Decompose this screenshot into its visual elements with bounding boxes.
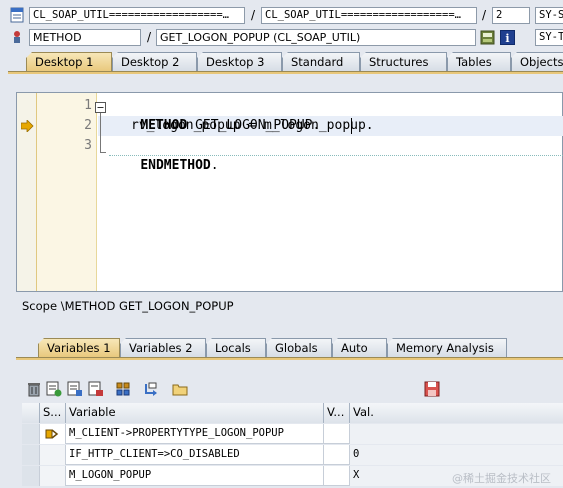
separator: / <box>482 8 487 22</box>
line-number: 3 <box>84 138 92 153</box>
table-row[interactable]: IF_HTTP_CLIENT=>CO_DISABLED 0 <box>22 445 563 465</box>
collapse-icon[interactable] <box>95 102 106 113</box>
variables-tabbar: Variables 1 Variables 2 Locals Globals A… <box>0 338 563 358</box>
tab-locals[interactable]: Locals <box>206 338 266 358</box>
watermark: @稀土掘金技术社区 <box>452 472 551 485</box>
event-type-field[interactable]: METHOD <box>29 29 141 46</box>
value-cell[interactable] <box>350 424 563 444</box>
status-cell <box>40 466 66 486</box>
tab-variables-1[interactable]: Variables 1 <box>38 338 120 358</box>
navigate-icon[interactable] <box>143 381 159 397</box>
scope-label: Scope \METHOD GET_LOGON_POPUP <box>22 299 234 313</box>
code-text: . <box>210 158 219 173</box>
insert-variable-icon[interactable] <box>46 381 62 397</box>
method-name-field[interactable]: GET_LOGON_POPUP (CL_SOAP_UTIL) <box>156 29 476 46</box>
edit-icon[interactable] <box>480 30 495 45</box>
end-of-code-dotted-line <box>109 155 563 156</box>
line-field[interactable]: 2 <box>492 7 530 24</box>
tab-desktop-1[interactable]: Desktop 1 <box>26 52 112 72</box>
folder-icon[interactable] <box>172 381 188 397</box>
v-cell <box>324 445 350 465</box>
code-line-3: ENDMETHOD. <box>109 136 219 196</box>
v-cell <box>324 424 350 444</box>
value-cell[interactable]: 0 <box>350 445 563 465</box>
line-number: 1 <box>84 98 92 113</box>
tab-underline <box>16 357 563 360</box>
keyword: ENDMETHOD <box>140 158 211 173</box>
fold-line-end <box>100 152 106 153</box>
delete-icon[interactable] <box>26 381 42 397</box>
tab-standard[interactable]: Standard <box>282 52 360 72</box>
column-header-variable[interactable]: Variable <box>66 403 324 423</box>
tab-globals[interactable]: Globals <box>266 338 332 358</box>
tab-objects[interactable]: Objects <box>511 52 563 72</box>
separator: / <box>147 30 152 44</box>
tab-structures[interactable]: Structures <box>360 52 447 72</box>
method-icon <box>10 29 24 45</box>
remove-variable-icon[interactable] <box>88 381 104 397</box>
sy-tabix-field[interactable]: SY-T <box>535 29 563 46</box>
line-number: 2 <box>84 118 92 133</box>
separator: / <box>251 8 256 22</box>
svg-text:i: i <box>505 32 509 45</box>
program-field[interactable]: CL_SOAP_UTIL==================… <box>29 7 245 24</box>
tab-auto[interactable]: Auto <box>332 338 387 358</box>
status-cell <box>40 424 66 444</box>
tab-variables-2[interactable]: Variables 2 <box>120 338 206 358</box>
line-number-column: 1 2 3 <box>37 93 97 291</box>
tab-underline <box>8 71 563 74</box>
tab-desktop-2[interactable]: Desktop 2 <box>112 52 197 72</box>
tab-memory-analysis[interactable]: Memory Analysis <box>387 338 507 358</box>
row-selector[interactable] <box>22 424 40 444</box>
sy-subrc-field[interactable]: SY-S <box>535 7 563 24</box>
v-cell <box>324 466 350 486</box>
watchpoint-icon <box>45 429 59 439</box>
current-line-arrow-icon <box>20 119 34 133</box>
variable-cell[interactable]: M_CLIENT->PROPERTYTYPE_LOGON_POPUP <box>66 424 324 444</box>
save-icon[interactable] <box>424 381 440 397</box>
include-field[interactable]: CL_SOAP_UTIL==================… <box>261 7 477 24</box>
table-header: S... Variable V... Val. <box>22 403 563 423</box>
info-icon[interactable]: i <box>500 30 515 45</box>
source-code-editor[interactable]: 1 2 3 METHOD GET_LOGON_POPUP. rv_logon_p… <box>16 92 563 292</box>
text-cursor <box>351 118 352 134</box>
desktop-tabbar: Desktop 1 Desktop 2 Desktop 3 Standard S… <box>0 52 563 72</box>
row-selector[interactable] <box>22 445 40 465</box>
column-header-s[interactable]: S... <box>40 403 66 423</box>
row-selector[interactable] <box>22 466 40 486</box>
hierarchy-icon[interactable] <box>115 381 131 397</box>
variable-cell[interactable]: M_LOGON_POPUP <box>66 466 324 486</box>
column-header-status[interactable] <box>22 403 40 423</box>
tab-tables[interactable]: Tables <box>447 52 511 72</box>
status-cell <box>40 445 66 465</box>
class-icon <box>10 7 24 23</box>
column-header-value[interactable]: Val. <box>350 403 563 423</box>
code-line-2: rv_logon_popup = m_logon_popup. <box>131 118 374 133</box>
tab-desktop-3[interactable]: Desktop 3 <box>197 52 282 72</box>
append-variable-icon[interactable] <box>67 381 83 397</box>
column-header-v[interactable]: V... <box>324 403 350 423</box>
fold-line <box>100 113 101 153</box>
variable-cell[interactable]: IF_HTTP_CLIENT=>CO_DISABLED <box>66 445 324 465</box>
table-row[interactable]: M_CLIENT->PROPERTYTYPE_LOGON_POPUP <box>22 424 563 444</box>
